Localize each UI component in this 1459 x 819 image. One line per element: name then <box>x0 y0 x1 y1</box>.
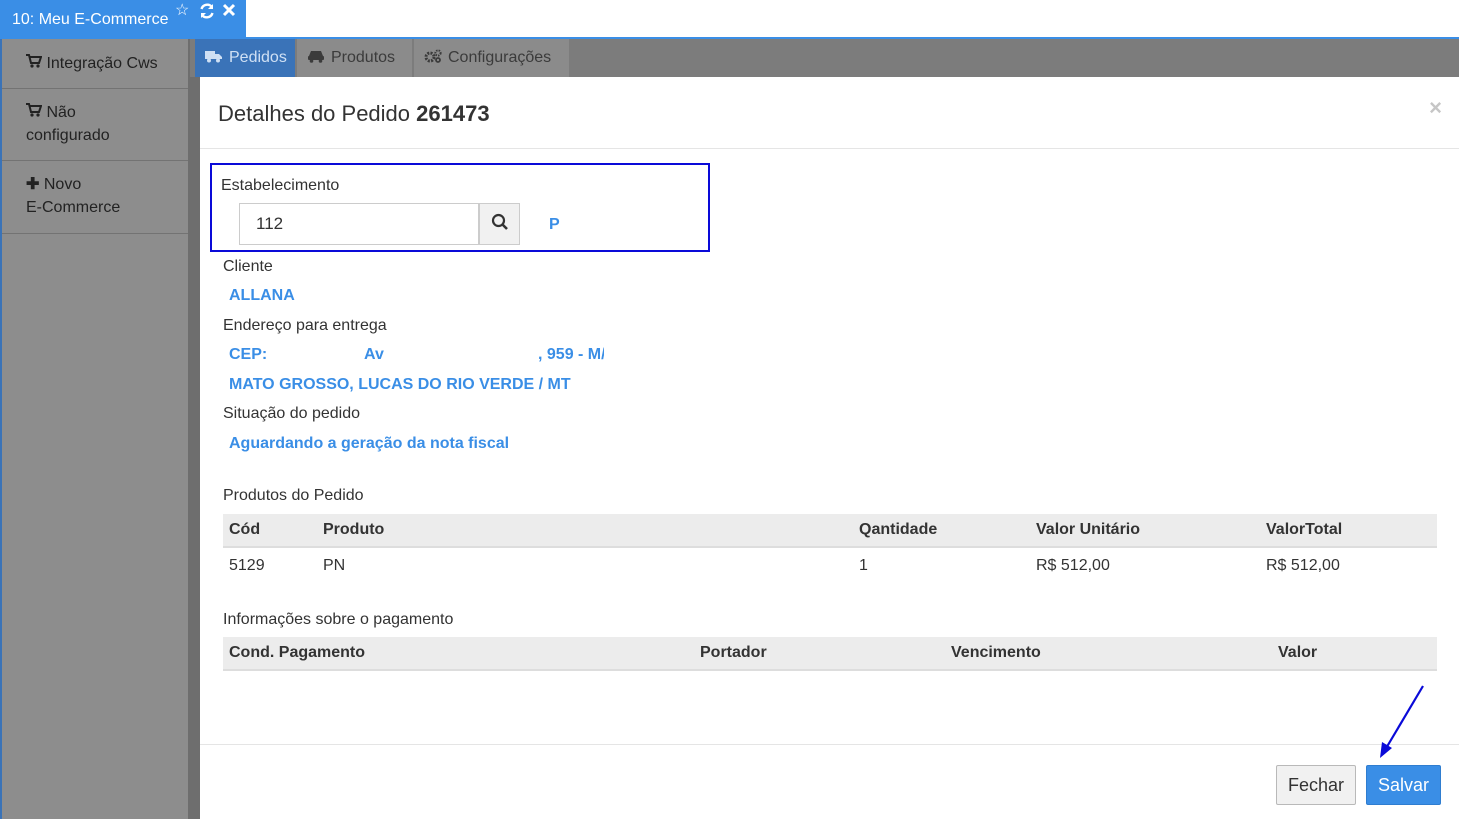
order-details-modal: Detalhes do Pedido 261473 × Estabelecime… <box>200 79 1459 819</box>
tab-label: Configurações <box>448 49 552 66</box>
car-icon <box>307 49 325 68</box>
tab-label: Produtos <box>331 49 396 66</box>
tab-produtos[interactable]: Produtos <box>297 39 412 77</box>
sidebar-item-label: Integração Cws <box>46 55 158 72</box>
modal-header: Detalhes do Pedido 261473 × <box>200 79 1459 149</box>
tab-configuracoes[interactable]: Configurações <box>414 39 569 77</box>
address-cep: CEP: <box>229 346 268 363</box>
search-icon <box>491 213 509 236</box>
column-header: Cód <box>223 514 317 548</box>
client-label: Cliente <box>223 258 273 275</box>
address-number: , 959 - M/ <box>538 346 604 363</box>
sidebar-item-novo-ecommerce[interactable]: ✚ Novo E-Commerce <box>2 161 190 234</box>
column-header: Valor Unitário <box>1030 514 1260 548</box>
address-city: MATO GROSSO, LUCAS DO RIO VERDE / MT <box>229 376 571 393</box>
window-tab-title: 10: Meu E-Commerce <box>12 11 169 28</box>
payment-table: Cond. Pagamento Portador Vencimento Valo… <box>223 637 1437 671</box>
address-label: Endereço para entrega <box>223 317 387 334</box>
gears-icon <box>424 48 442 68</box>
close-icon[interactable]: × <box>1429 95 1442 121</box>
establishment-input[interactable]: 112 <box>239 203 479 245</box>
sidebar-item-label: Novo <box>43 176 82 193</box>
column-header: ValorTotal <box>1260 514 1437 548</box>
cell-product: PN <box>323 556 346 574</box>
column-header: Cond. Pagamento <box>223 637 694 671</box>
payment-label: Informações sobre o pagamento <box>223 611 454 628</box>
annotation-arrow-icon <box>1380 685 1424 758</box>
column-header: Produto <box>317 514 853 548</box>
column-header: Qantidade <box>853 514 1030 548</box>
sidebar-item-label: Não <box>46 104 76 121</box>
establishment-label: Estabelecimento <box>221 177 340 194</box>
table-header-row: Cód Produto Qantidade Valor Unitário Val… <box>223 514 1437 548</box>
plus-icon: ✚ <box>26 176 40 193</box>
establishment-name: P <box>549 216 560 233</box>
table-header-row: Cond. Pagamento Portador Vencimento Valo… <box>223 637 1437 671</box>
cart-icon <box>26 54 46 72</box>
sidebar-item-integracao[interactable]: Integração Cws <box>2 39 190 89</box>
products-table: Cód Produto Qantidade Valor Unitário Val… <box>223 514 1437 583</box>
save-button[interactable]: Salvar <box>1366 765 1441 805</box>
sidebar-divider <box>188 39 200 819</box>
sidebar: Integração Cws Não configurado ✚ Novo E-… <box>0 39 190 819</box>
cart-icon <box>26 103 46 121</box>
search-button[interactable] <box>479 203 520 245</box>
table-row: 5129 PN 1 R$ 512,00 R$ 512,00 <box>223 547 1437 583</box>
modal-title: Detalhes do Pedido 261473 <box>218 101 490 127</box>
cell-total-value: R$ 512,00 <box>1266 556 1340 574</box>
products-label: Produtos do Pedido <box>223 487 364 504</box>
client-value: ALLANA <box>229 287 295 304</box>
tab-pedidos[interactable]: Pedidos <box>195 39 295 77</box>
tab-label: Pedidos <box>229 49 287 66</box>
status-label: Situação do pedido <box>223 405 360 422</box>
status-value: Aguardando a geração da nota fiscal <box>229 435 510 452</box>
cell-quantity: 1 <box>859 556 868 574</box>
column-header: Valor <box>1272 637 1437 671</box>
column-header: Vencimento <box>945 637 1272 671</box>
window-tab[interactable]: 10: Meu E-Commerce ☆ <box>0 0 246 38</box>
sidebar-item-label-2: E-Commerce <box>26 199 121 216</box>
tabs-bar: Pedidos Produtos Configurações <box>190 39 1459 77</box>
close-button[interactable]: Fechar <box>1276 765 1356 805</box>
cell-code: 5129 <box>229 556 265 574</box>
sidebar-item-nao-configurado[interactable]: Não configurado <box>2 89 190 161</box>
refresh-icon[interactable] <box>199 3 215 23</box>
modal-title-text: Detalhes do Pedido <box>218 101 411 126</box>
close-icon[interactable] <box>222 3 236 21</box>
modal-footer-divider <box>200 744 1459 745</box>
cell-unit-value: R$ 512,00 <box>1036 556 1110 574</box>
star-icon[interactable]: ☆ <box>175 3 189 19</box>
address-street: Av <box>364 346 384 363</box>
sidebar-item-label-2: configurado <box>26 127 110 144</box>
order-number: 261473 <box>416 101 490 126</box>
truck-icon <box>205 49 223 68</box>
column-header: Portador <box>694 637 945 671</box>
